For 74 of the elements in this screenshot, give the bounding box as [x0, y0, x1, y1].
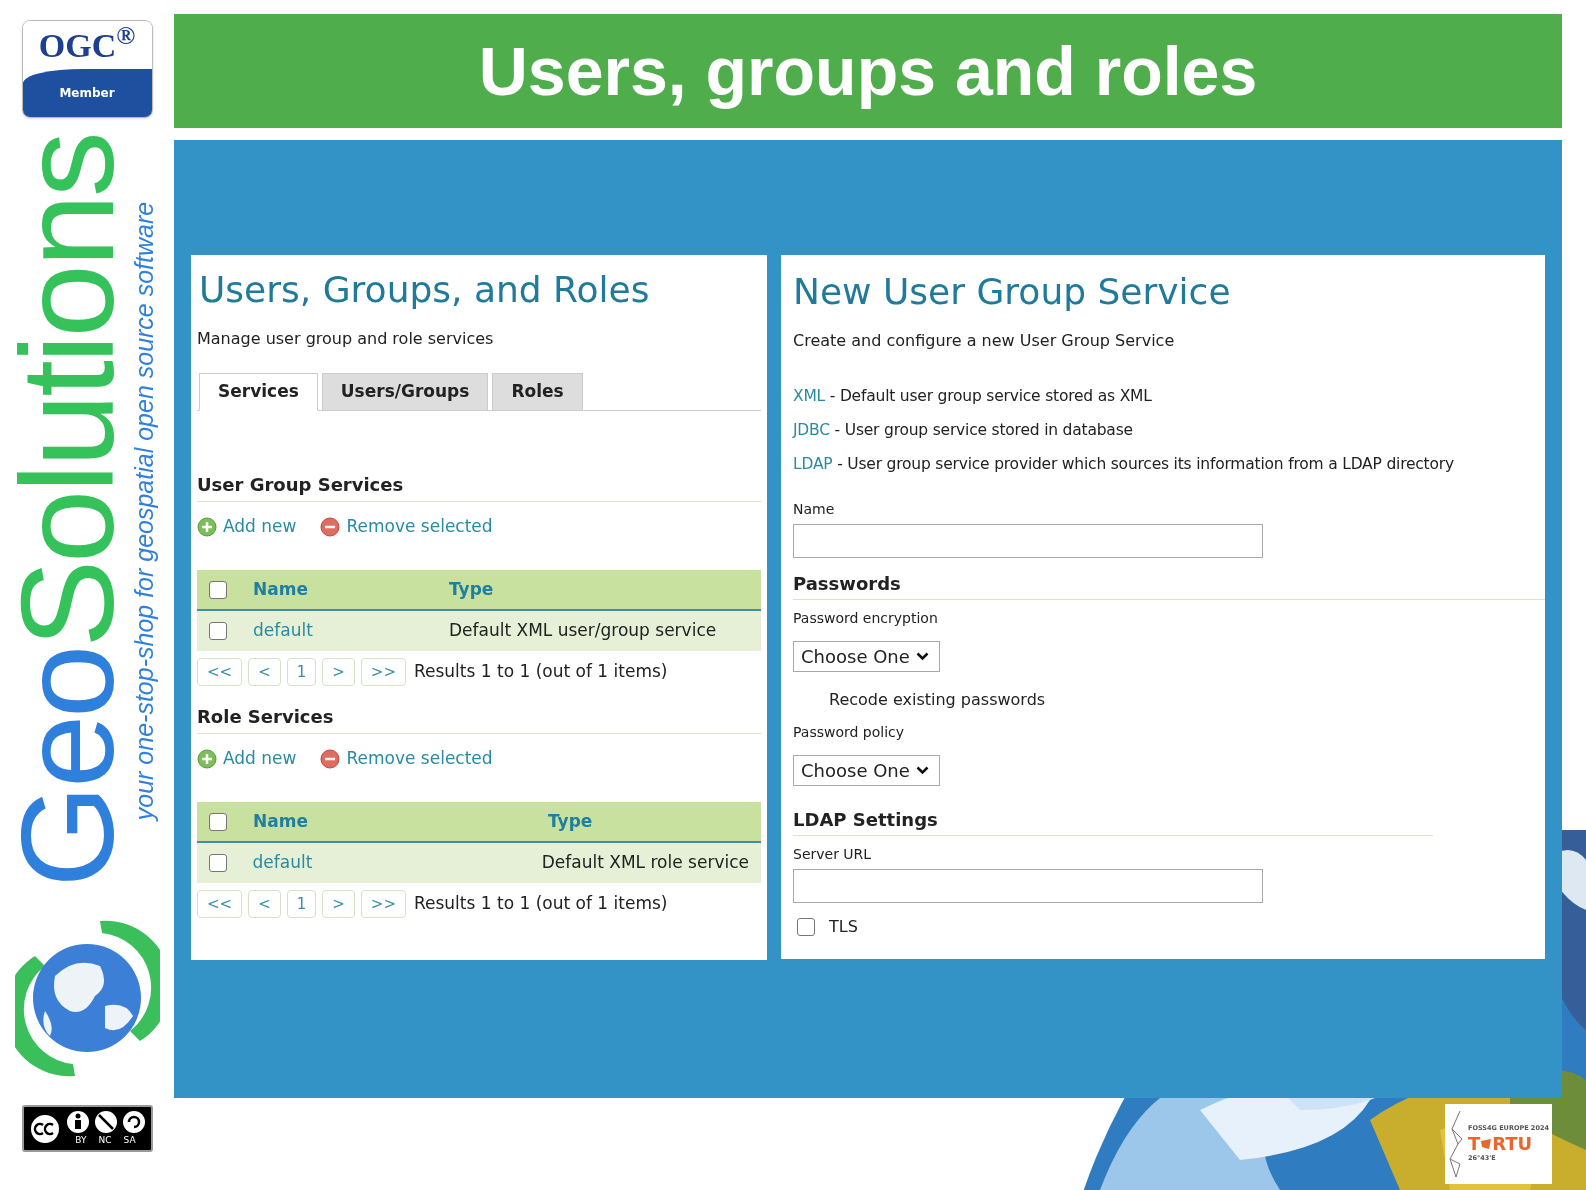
logo-text: OGC$^{®}$ — [38, 21, 136, 66]
field-label: Password encryption — [793, 609, 939, 628]
action-link[interactable]: Remove selected — [320, 746, 493, 772]
page-title: New User Group Service — [793, 270, 1232, 314]
noncommercial-icon — [93, 1109, 118, 1134]
service-type-link[interactable]: LDAP — [793, 453, 833, 477]
event-city: T RTU — [1468, 1134, 1534, 1154]
field-label: Password policy — [793, 723, 906, 742]
pager-button[interactable]: > — [322, 890, 355, 918]
checkbox[interactable] — [209, 622, 227, 640]
license-label: NC — [98, 1133, 112, 1147]
brand-logo-text: GeoSolutions — [10, 134, 127, 888]
select-all-checkbox[interactable] — [209, 580, 227, 599]
license-label: SA — [123, 1133, 136, 1147]
service-link[interactable]: default — [252, 850, 443, 876]
section-heading: User Group Services — [197, 471, 761, 502]
action-link[interactable]: Add new — [197, 514, 297, 540]
column-header[interactable]: Name — [253, 576, 449, 603]
pager-button[interactable]: << — [197, 890, 243, 918]
tab[interactable]: Services — [199, 373, 318, 411]
tab[interactable]: Roles — [492, 373, 583, 411]
action-link[interactable]: Remove selected — [320, 514, 493, 540]
pager-button[interactable]: << — [197, 658, 243, 686]
attribution-icon — [65, 1109, 90, 1134]
page-subtitle: Create and configure a new User Group Service — [793, 330, 1176, 352]
add-icon — [197, 517, 217, 537]
table-cell-text: Default XML role service — [541, 851, 749, 875]
pager-button[interactable]: > — [322, 658, 355, 686]
service-type-link[interactable]: JDBC — [793, 419, 830, 443]
service-type-link[interactable]: XML — [793, 385, 826, 409]
results-text: Results 1 to 1 (out of 1 items) — [414, 660, 668, 684]
tagline: your one-stop-shop for geospatial open source software — [129, 201, 160, 821]
pager-button[interactable]: >> — [360, 890, 406, 918]
option-label: Recode existing passwords — [829, 689, 1047, 711]
column-header[interactable]: Type — [449, 576, 494, 603]
results-text: Results 1 to 1 (out of 1 items) — [414, 892, 668, 916]
action-link[interactable]: Add new — [197, 746, 297, 772]
tls-checkbox[interactable] — [797, 918, 815, 936]
pager-button[interactable]: < — [248, 890, 281, 918]
chevron-down-icon — [915, 766, 929, 775]
pager-button[interactable]: >> — [360, 658, 406, 686]
server-url-input[interactable] — [793, 869, 1263, 903]
column-header[interactable]: Type — [548, 808, 593, 835]
name-input[interactable] — [793, 524, 1263, 558]
field-label: Name — [793, 500, 836, 519]
pager-button[interactable]: 1 — [286, 658, 317, 686]
license-label: BY — [75, 1133, 87, 1147]
page-subtitle: Manage user group and role services — [197, 328, 495, 350]
section-heading: Passwords — [793, 570, 1545, 600]
add-icon — [197, 749, 217, 769]
remove-icon — [320, 517, 341, 537]
remove-icon — [320, 749, 341, 769]
chevron-down-icon — [915, 652, 929, 661]
page-title: Users, Groups, and Roles — [198, 268, 651, 312]
checkbox-label: TLS — [829, 916, 858, 938]
section-heading: LDAP Settings — [793, 806, 1433, 836]
table-cell-text: Default XML user/group service — [449, 619, 717, 643]
service-type-description: - User group service stored in database — [833, 420, 1133, 442]
share-alike-icon — [121, 1109, 146, 1134]
section-heading: Role Services — [197, 703, 761, 734]
field-label: Server URL — [793, 845, 873, 864]
pager-button[interactable]: < — [248, 658, 281, 686]
service-type-description: - Default user group service stored as XML — [828, 386, 1152, 408]
logo-caption: Member — [59, 85, 115, 102]
tab[interactable]: Users/Groups — [321, 373, 489, 411]
column-header[interactable]: Name — [253, 808, 449, 835]
service-link[interactable]: default — [253, 618, 449, 644]
select-dropdown[interactable]: Choose One — [793, 641, 940, 672]
checkbox[interactable] — [209, 854, 227, 872]
slide-title: Users, groups and roles — [478, 32, 1258, 111]
select-dropdown[interactable]: Choose One — [793, 755, 940, 786]
select-all-checkbox[interactable] — [209, 812, 227, 831]
pager-button[interactable]: 1 — [286, 890, 317, 918]
service-type-description: - User group service provider which sources its information from a LDAP directory — [836, 454, 1454, 476]
